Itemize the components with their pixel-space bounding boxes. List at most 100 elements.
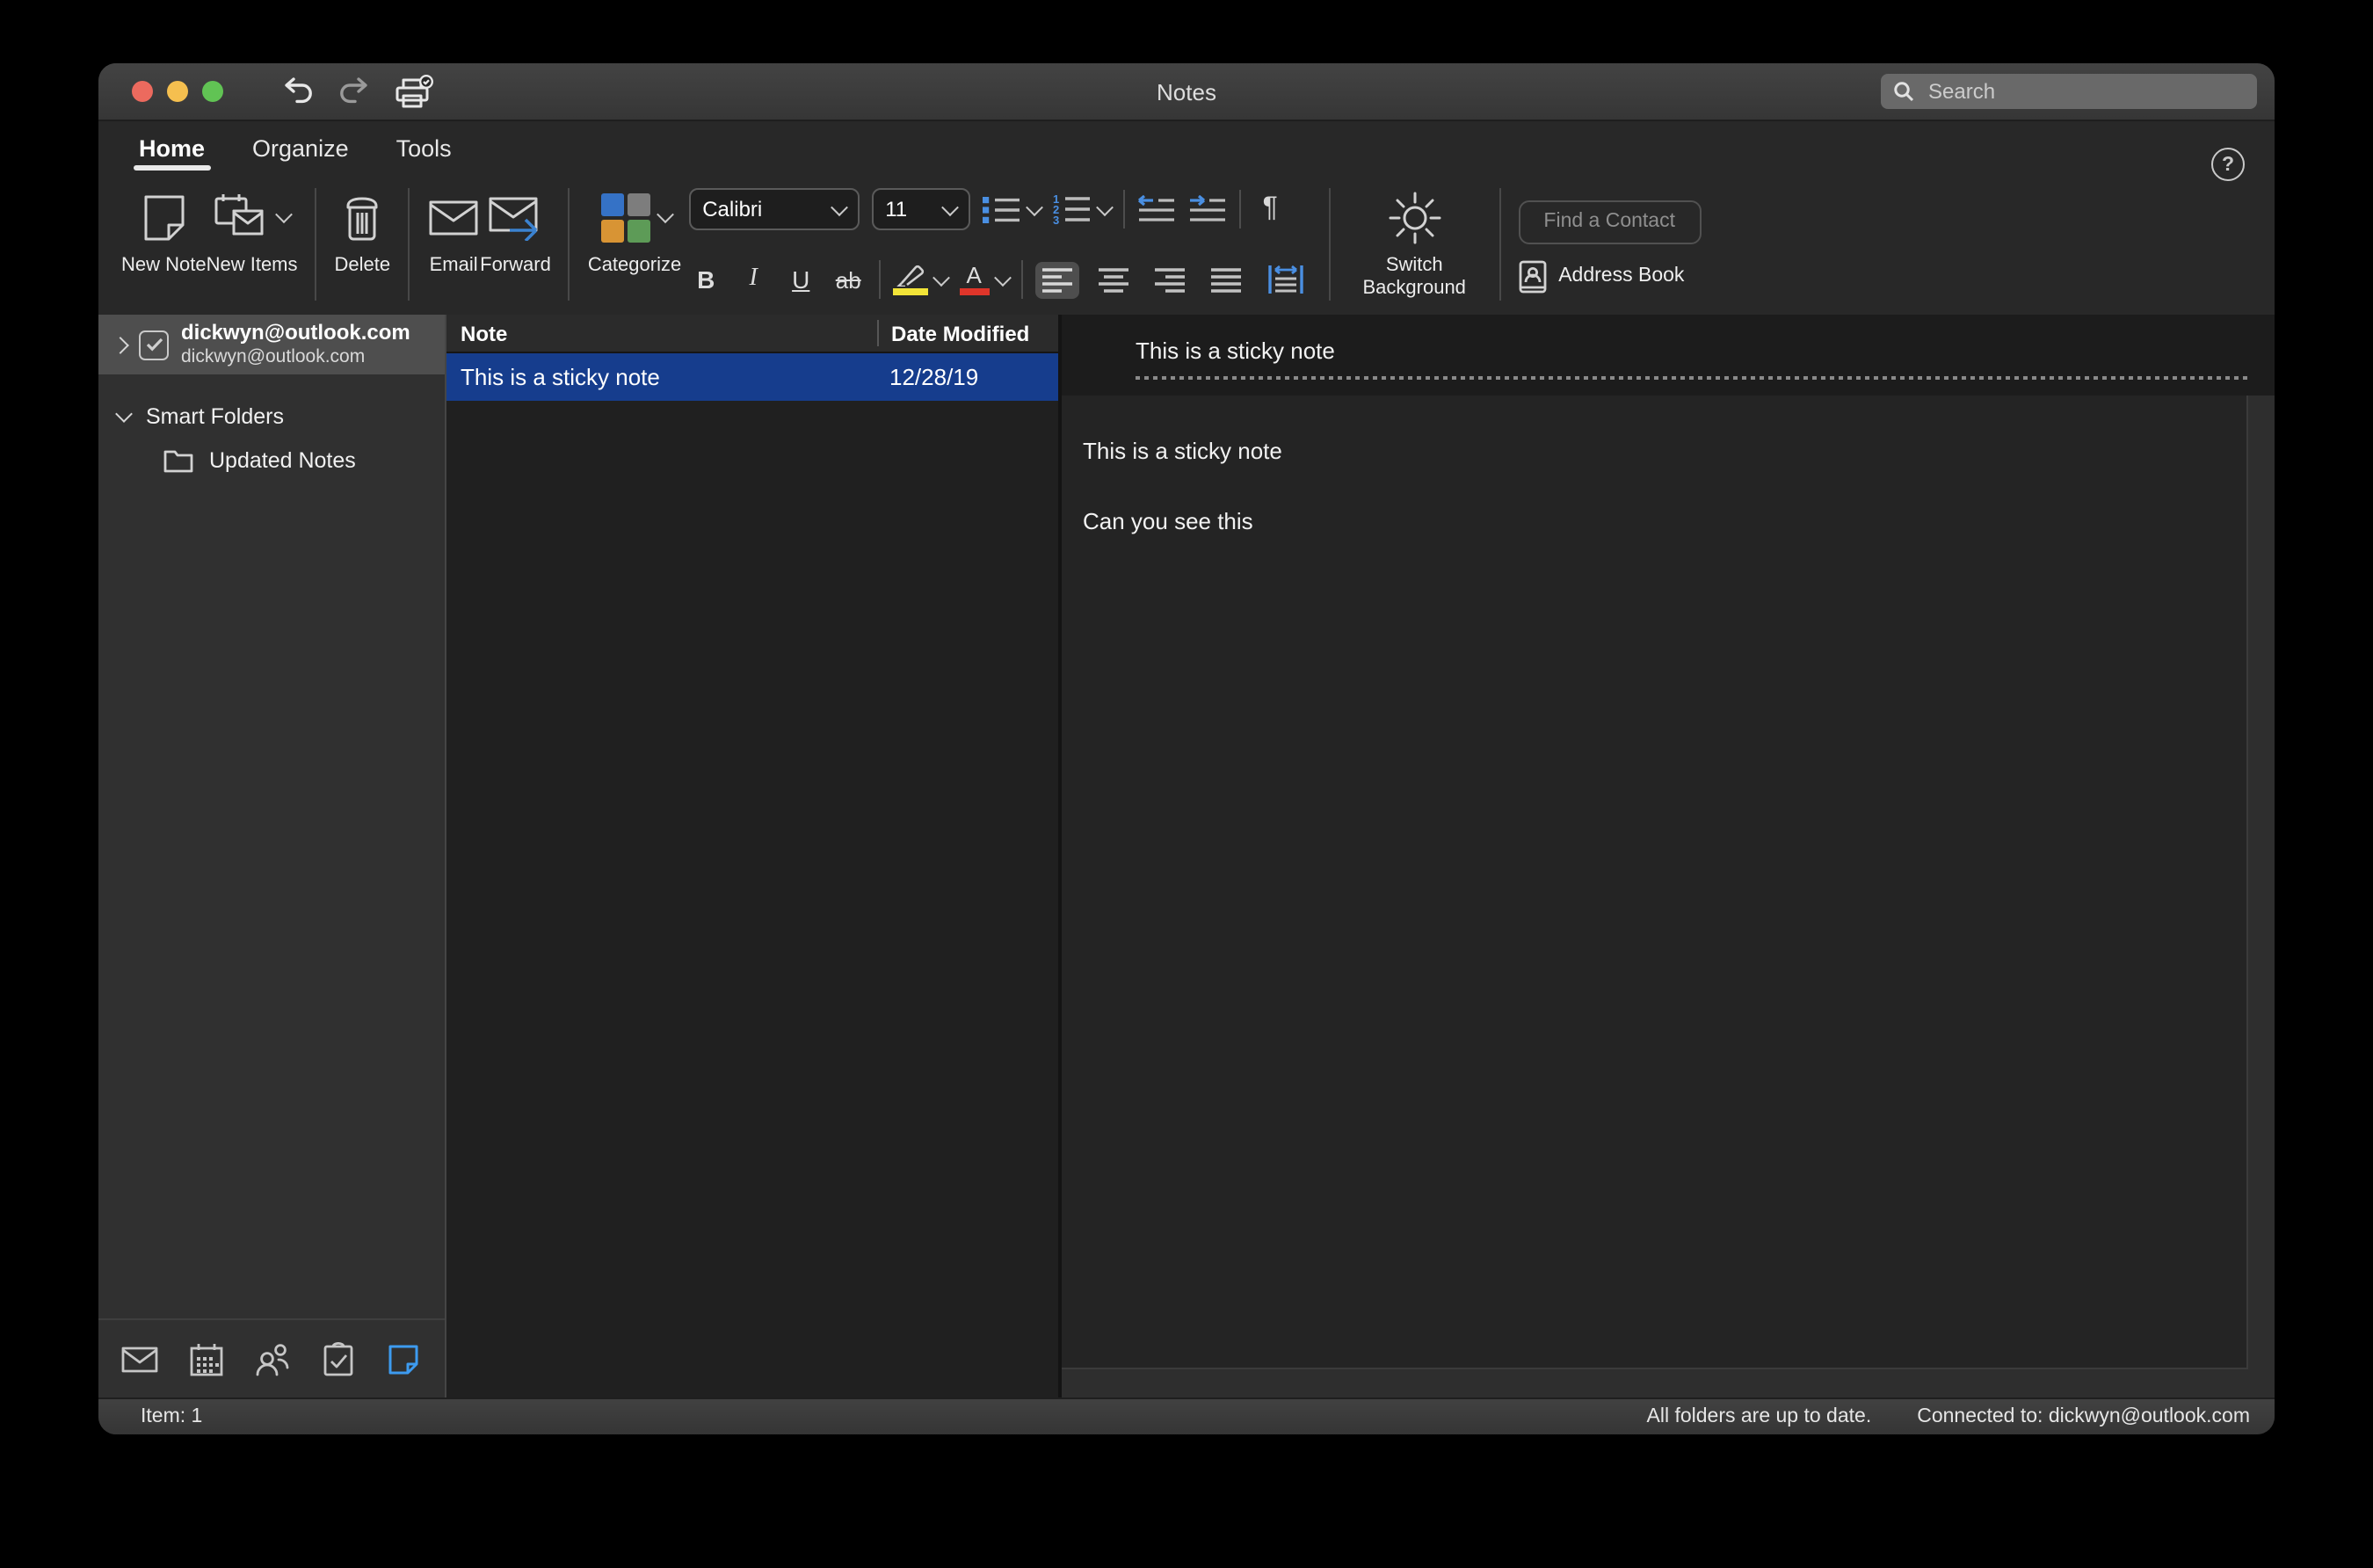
new-note-icon: [138, 191, 189, 243]
note-body-line: Can you see this: [1083, 508, 2222, 534]
line-spacing-icon: [1266, 265, 1303, 294]
align-center-icon: [1098, 266, 1128, 293]
folders-status: All folders are up to date.: [1647, 1406, 1872, 1427]
bold-button[interactable]: B: [688, 265, 723, 294]
connection-status: Connected to: dickwyn@outlook.com: [1917, 1406, 2250, 1427]
note-list: Note Date Modified This is a sticky note…: [446, 315, 1062, 1397]
note-body[interactable]: This is a sticky note Can you see this: [1062, 396, 2248, 1369]
font-color-icon: A: [959, 264, 989, 296]
align-center-button[interactable]: [1091, 261, 1135, 298]
sidebar: dickwyn@outlook.com dickwyn@outlook.com …: [98, 315, 446, 1397]
chevron-down-icon: [1025, 198, 1042, 215]
find-a-contact-field[interactable]: Find a Contact: [1518, 200, 1701, 243]
new-note-button[interactable]: New Note: [121, 179, 207, 309]
font-color-button[interactable]: A: [959, 264, 1008, 296]
increase-indent-button[interactable]: [1187, 195, 1226, 223]
sidebar-item-updated-notes[interactable]: Updated Notes: [98, 448, 445, 473]
print-button[interactable]: [394, 73, 434, 110]
pilcrow-button[interactable]: ¶: [1252, 193, 1288, 225]
account-name: dickwyn@outlook.com: [181, 322, 410, 346]
notes-icon: [387, 1342, 420, 1376]
line-spacing-button[interactable]: [1259, 260, 1310, 299]
account-checkbox[interactable]: [139, 330, 169, 359]
ribbon: New Note New Items: [98, 174, 2275, 315]
people-icon: [254, 1342, 289, 1376]
minimize-button[interactable]: [167, 81, 188, 102]
note-body-line: This is a sticky note: [1083, 438, 2222, 464]
tab-organize[interactable]: Organize: [252, 135, 349, 174]
chevron-down-icon: [276, 206, 294, 223]
traffic-lights: [132, 81, 223, 102]
font-size-select[interactable]: 11: [871, 188, 969, 230]
calendar-module-button[interactable]: [181, 1334, 230, 1383]
align-right-icon: [1154, 266, 1184, 293]
highlight-color-button[interactable]: [892, 264, 947, 296]
print-icon: [394, 73, 434, 110]
redo-button[interactable]: [337, 76, 371, 107]
new-items-icon: [214, 191, 272, 243]
numbered-list-icon: 1 2 3: [1052, 193, 1091, 225]
note-title: This is a sticky note: [1136, 338, 2252, 364]
new-items-button[interactable]: New Items: [207, 179, 298, 309]
zoom-button[interactable]: [202, 81, 223, 102]
folder-icon: [163, 448, 193, 473]
strikethrough-button[interactable]: ab: [831, 266, 866, 293]
chevron-down-icon: [932, 268, 949, 286]
redo-icon: [337, 76, 371, 107]
search-field[interactable]: [1881, 74, 2257, 109]
sidebar-account-row[interactable]: dickwyn@outlook.com dickwyn@outlook.com: [98, 315, 445, 374]
ribbon-tab-bar: Home Organize Tools: [98, 121, 2275, 174]
note-list-row[interactable]: This is a sticky note 12/28/19: [446, 353, 1058, 401]
tasks-icon: [323, 1341, 352, 1376]
sidebar-item-smart-folders[interactable]: Smart Folders: [98, 404, 445, 429]
categorize-icon: [599, 191, 651, 243]
font-group: Calibri 11: [681, 179, 1310, 309]
chevron-down-icon: [115, 405, 133, 423]
forward-icon: [486, 194, 544, 240]
undo-icon: [281, 76, 315, 107]
switch-background-button[interactable]: Switch Background: [1347, 179, 1481, 309]
sun-icon: [1386, 189, 1442, 245]
forward-button[interactable]: Forward: [480, 179, 551, 309]
address-book-button[interactable]: Address Book: [1518, 259, 1701, 293]
numbered-list-button[interactable]: 1 2 3: [1052, 193, 1110, 225]
delete-button[interactable]: Delete: [335, 179, 391, 309]
tasks-module-button[interactable]: [313, 1334, 362, 1383]
column-note[interactable]: Note: [446, 321, 877, 345]
undo-button[interactable]: [281, 76, 315, 107]
underline-button[interactable]: U: [783, 265, 818, 294]
note-list-header[interactable]: Note Date Modified: [446, 315, 1058, 353]
decrease-indent-icon: [1136, 195, 1175, 223]
help-button[interactable]: ?: [2211, 148, 2245, 181]
chevron-down-icon: [1095, 198, 1113, 215]
align-right-button[interactable]: [1147, 261, 1191, 298]
italic-button[interactable]: I: [736, 265, 771, 294]
item-count: Item: 1: [141, 1406, 202, 1427]
notes-module-button[interactable]: [379, 1334, 428, 1383]
check-icon: [145, 338, 163, 352]
email-button[interactable]: Email: [427, 179, 480, 309]
bullet-list-button[interactable]: [982, 194, 1040, 224]
search-icon: [1893, 81, 1914, 102]
column-date-modified[interactable]: Date Modified: [877, 320, 1058, 346]
justify-button[interactable]: [1203, 261, 1247, 298]
outlook-window: Notes Home Organize Tools ?: [98, 63, 2275, 1434]
decrease-indent-button[interactable]: [1136, 195, 1175, 223]
tab-tools[interactable]: Tools: [396, 135, 452, 174]
email-icon: [427, 196, 480, 238]
categorize-button[interactable]: Categorize: [588, 179, 681, 309]
chevron-down-icon: [940, 198, 958, 215]
tab-home[interactable]: Home: [139, 135, 205, 174]
people-module-button[interactable]: [247, 1334, 296, 1383]
chevron-down-icon: [656, 206, 673, 223]
reading-pane: This is a sticky note This is a sticky n…: [1062, 315, 2275, 1397]
account-expand-icon[interactable]: [112, 336, 129, 353]
align-left-button[interactable]: [1034, 261, 1078, 298]
highlight-icon: [892, 264, 927, 296]
search-input[interactable]: [1925, 77, 2245, 105]
close-button[interactable]: [132, 81, 153, 102]
account-email: dickwyn@outlook.com: [181, 346, 410, 367]
font-name-select[interactable]: Calibri: [688, 188, 859, 230]
mail-module-button[interactable]: [115, 1334, 164, 1383]
status-bar: Item: 1 All folders are up to date. Conn…: [98, 1397, 2275, 1434]
